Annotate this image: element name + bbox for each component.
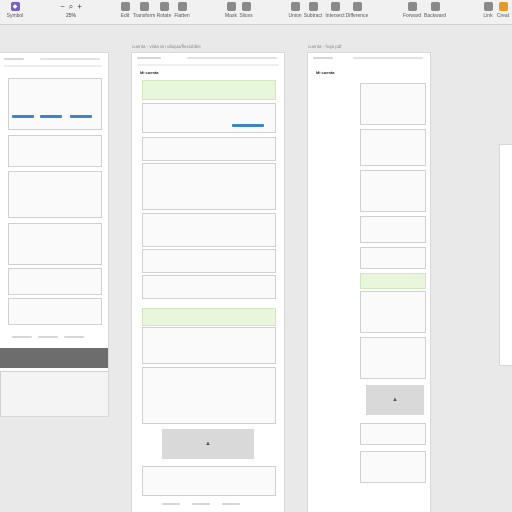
artboard-title: cuenta - vista sin ubiqua/flexiobble bbox=[132, 44, 201, 49]
backward-button[interactable]: Backward bbox=[420, 2, 450, 19]
create-button[interactable]: Creat bbox=[488, 2, 512, 19]
billing-section bbox=[360, 216, 426, 243]
logo-placeholder bbox=[313, 57, 333, 59]
plan-button-1[interactable] bbox=[12, 115, 34, 118]
plan-button-2[interactable] bbox=[40, 115, 62, 118]
invoice-section bbox=[360, 423, 426, 445]
points-banner bbox=[360, 273, 426, 289]
page-title: Mi cuenta bbox=[316, 70, 335, 75]
nav-placeholder bbox=[187, 57, 277, 59]
points-banner bbox=[142, 308, 276, 326]
personal-data-section bbox=[360, 83, 426, 125]
symbol-button[interactable]: ◆ Symbol bbox=[0, 2, 30, 19]
subnav bbox=[137, 64, 279, 66]
shipping-section bbox=[142, 213, 276, 247]
logo-placeholder bbox=[4, 58, 24, 60]
intersect-icon bbox=[330, 2, 340, 11]
promo-banner bbox=[142, 80, 276, 100]
subnav bbox=[4, 65, 102, 67]
footer-links-area bbox=[0, 371, 108, 416]
points-summary bbox=[360, 291, 426, 333]
artboard-far-right[interactable] bbox=[500, 145, 512, 365]
slices-button[interactable]: Slices bbox=[231, 2, 261, 19]
transform-icon bbox=[139, 2, 149, 11]
symbol-icon: ◆ bbox=[10, 2, 20, 11]
zoom-icon: ⌕ bbox=[68, 2, 74, 11]
artboard-center[interactable]: Mi cuenta ▲ bbox=[132, 53, 284, 512]
orders-section bbox=[360, 337, 426, 379]
logo-placeholder bbox=[137, 57, 161, 59]
account-section bbox=[8, 135, 102, 167]
design-canvas[interactable]: cuenta - vista sin ubiqua/flexiobble Mi … bbox=[0, 25, 512, 512]
footer-link[interactable] bbox=[222, 503, 240, 505]
payment-section bbox=[360, 247, 426, 269]
zoom-in-button[interactable]: + bbox=[77, 2, 82, 11]
payment-section bbox=[142, 249, 276, 273]
artboard-title: cuenta - hoja pdf bbox=[308, 44, 342, 49]
payments-section bbox=[360, 451, 426, 483]
plan-cards bbox=[8, 78, 102, 130]
personal-data-section bbox=[8, 171, 102, 218]
shipping-section bbox=[8, 223, 102, 265]
footer-link[interactable] bbox=[162, 503, 180, 505]
image-placeholder: ▲ bbox=[366, 385, 424, 415]
backward-icon bbox=[430, 2, 440, 11]
artboard-right[interactable]: Mi cuenta ▲ bbox=[308, 53, 430, 512]
toolbar: ◆ Symbol − ⌕ + 25% Edit Transform Rotate… bbox=[0, 0, 512, 25]
payments-section bbox=[142, 466, 276, 496]
shipping-section bbox=[360, 170, 426, 212]
plan-cards bbox=[142, 103, 276, 133]
personal-data-section bbox=[142, 163, 276, 210]
orders-section bbox=[142, 367, 276, 424]
address-section bbox=[360, 129, 426, 166]
footer-link[interactable] bbox=[64, 336, 84, 338]
nav-placeholder bbox=[353, 57, 423, 59]
footer-band bbox=[0, 348, 108, 368]
difference-icon bbox=[352, 2, 362, 11]
zoom-control[interactable]: − ⌕ + 25% bbox=[56, 2, 86, 19]
plan-cta-button[interactable] bbox=[232, 124, 264, 127]
account-section bbox=[142, 137, 276, 161]
flatten-button[interactable]: Flatten bbox=[167, 2, 197, 19]
zoom-percent: 25% bbox=[65, 13, 76, 19]
page-title: Mi cuenta bbox=[140, 70, 159, 75]
footer-link[interactable] bbox=[192, 503, 210, 505]
image-placeholder: ▲ bbox=[162, 429, 254, 459]
difference-button[interactable]: Difference bbox=[342, 2, 372, 19]
artboard-left[interactable] bbox=[0, 53, 108, 416]
billing-section bbox=[142, 275, 276, 299]
zoom-out-button[interactable]: − bbox=[60, 2, 65, 11]
billing-section bbox=[8, 268, 102, 295]
forward-icon bbox=[407, 2, 417, 11]
nav-placeholder bbox=[40, 58, 100, 60]
footer-link[interactable] bbox=[12, 336, 32, 338]
payments-section bbox=[8, 298, 102, 325]
plan-button-3[interactable] bbox=[70, 115, 92, 118]
create-icon bbox=[498, 2, 508, 11]
footer-link[interactable] bbox=[38, 336, 58, 338]
subtract-icon bbox=[308, 2, 318, 11]
points-summary bbox=[142, 327, 276, 364]
slice-icon bbox=[241, 2, 251, 11]
flatten-icon bbox=[177, 2, 187, 11]
